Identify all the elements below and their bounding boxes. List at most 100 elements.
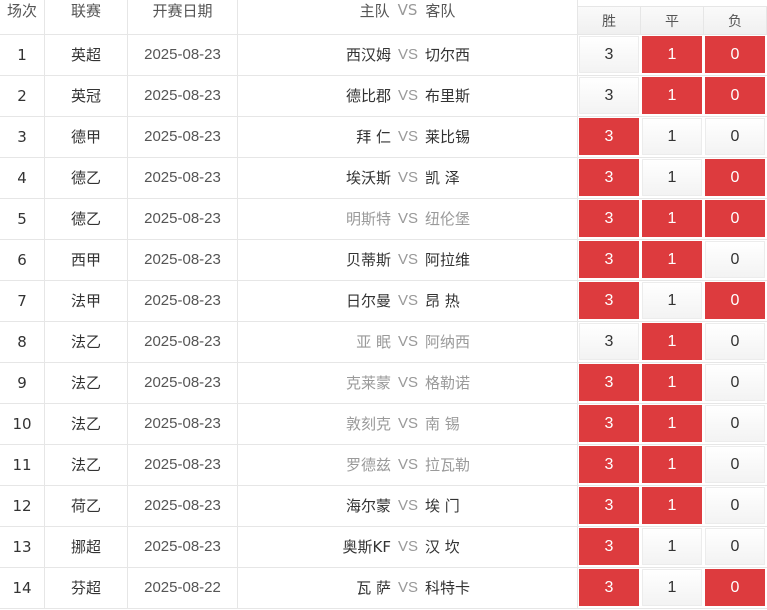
odds-win-button[interactable]: 3 <box>579 241 639 278</box>
header-win-label: 胜 <box>602 13 616 30</box>
odds-lose-button[interactable]: 0 <box>705 446 765 483</box>
odds-cell-win: 3 <box>578 567 641 608</box>
league-name: 德乙 <box>45 198 128 239</box>
odds-win-button[interactable]: 3 <box>579 569 639 606</box>
home-team: 贝蒂斯 <box>345 251 391 269</box>
odds-win-button[interactable]: 3 <box>579 77 639 114</box>
odds-lose-button[interactable]: 0 <box>705 487 765 524</box>
odds-lose-button[interactable]: 0 <box>705 323 765 360</box>
match-number: 8 <box>0 321 45 362</box>
odds-cell-draw: 1 <box>641 198 704 239</box>
odds-lose-button[interactable]: 0 <box>705 569 765 606</box>
match-date: 2025-08-22 <box>128 567 238 608</box>
table-row: 14 芬超 2025-08-22 瓦 萨 VS 科特卡 3 1 0 <box>0 567 767 609</box>
odds-win-button[interactable]: 3 <box>579 405 639 442</box>
match-number: 13 <box>0 526 45 567</box>
odds-cell-win: 3 <box>578 34 641 75</box>
match-date: 2025-08-23 <box>128 198 238 239</box>
odds-win-button[interactable]: 3 <box>579 446 639 483</box>
away-team: 阿纳西 <box>425 321 578 362</box>
odds-draw-button[interactable]: 1 <box>642 200 702 237</box>
vs-label: VS <box>397 128 418 145</box>
odds-draw-button[interactable]: 1 <box>642 323 702 360</box>
odds-cell-win: 3 <box>578 485 641 526</box>
odds-lose-button[interactable]: 0 <box>705 36 765 73</box>
odds-cell-draw: 1 <box>641 157 704 198</box>
odds-draw-button[interactable]: 1 <box>642 569 702 606</box>
odds-cell-lose: 0 <box>704 157 767 198</box>
odds-win-button[interactable]: 3 <box>579 282 639 319</box>
odds-cell-win: 3 <box>578 75 641 116</box>
vs-label: VS <box>397 579 418 596</box>
away-team: 切尔西 <box>425 34 578 75</box>
odds-lose-button[interactable]: 0 <box>705 364 765 401</box>
match-date: 2025-08-23 <box>128 403 238 444</box>
odds-win-button[interactable]: 3 <box>579 36 639 73</box>
odds-draw-button[interactable]: 1 <box>642 241 702 278</box>
match-date: 2025-08-23 <box>128 116 238 157</box>
match-date: 2025-08-23 <box>128 280 238 321</box>
home-team: 海尔蒙 <box>345 497 391 515</box>
table-row: 10 法乙 2025-08-23 敦刻克 VS 南 锡310 <box>0 403 767 445</box>
home-team: 明斯特 <box>345 210 391 228</box>
match-date: 2025-08-23 <box>128 321 238 362</box>
home-team: 日尔曼 <box>345 292 391 310</box>
odds-lose-button[interactable]: 0 <box>705 405 765 442</box>
match-number: 7 <box>0 280 45 321</box>
odds-win-button[interactable]: 3 <box>579 323 639 360</box>
odds-win-button[interactable]: 3 <box>579 364 639 401</box>
match-number: 3 <box>0 116 45 157</box>
odds-draw-button[interactable]: 1 <box>642 118 702 155</box>
odds-win-button[interactable]: 3 <box>579 528 639 565</box>
away-team: 汉 坎 <box>425 526 578 567</box>
league-name: 法乙 <box>45 444 128 485</box>
match-number: 2 <box>0 75 45 116</box>
odds-draw-button[interactable]: 1 <box>642 282 702 319</box>
odds-lose-button[interactable]: 0 <box>705 77 765 114</box>
table-row: 7 法甲 2025-08-23 日尔曼 VS 昂 热310 <box>0 280 767 322</box>
away-team: 纽伦堡 <box>425 198 578 239</box>
odds-cell-win: 3 <box>578 198 641 239</box>
league-name: 英冠 <box>45 75 128 116</box>
league-name: 德乙 <box>45 157 128 198</box>
away-team: 拉瓦勒 <box>425 444 578 485</box>
odds-cell-win: 3 <box>578 444 641 485</box>
match-number: 9 <box>0 362 45 403</box>
odds-cell-lose: 0 <box>704 567 767 608</box>
odds-lose-button[interactable]: 0 <box>705 200 765 237</box>
odds-win-button[interactable]: 3 <box>579 118 639 155</box>
odds-cell-win: 3 <box>578 280 641 321</box>
odds-lose-button[interactable]: 0 <box>705 282 765 319</box>
odds-draw-button[interactable]: 1 <box>642 405 702 442</box>
match-number: 11 <box>0 444 45 485</box>
odds-lose-button[interactable]: 0 <box>705 528 765 565</box>
match-date: 2025-08-23 <box>128 239 238 280</box>
odds-draw-button[interactable]: 1 <box>642 36 702 73</box>
league-name: 德甲 <box>45 116 128 157</box>
odds-cell-lose: 0 <box>704 321 767 362</box>
odds-cell-lose: 0 <box>704 444 767 485</box>
odds-lose-button[interactable]: 0 <box>705 118 765 155</box>
odds-draw-button[interactable]: 1 <box>642 159 702 196</box>
odds-draw-button[interactable]: 1 <box>642 446 702 483</box>
home-team: 敦刻克 <box>345 415 391 433</box>
odds-cell-win: 3 <box>578 157 641 198</box>
odds-draw-button[interactable]: 1 <box>642 487 702 524</box>
table-header: 场次 联赛 开赛日期 主队 VS 客队 胜 平 负 <box>0 0 767 35</box>
away-team: 布里斯 <box>425 75 578 116</box>
vs-label: VS <box>397 46 418 63</box>
odds-win-button[interactable]: 3 <box>579 200 639 237</box>
vs-label: VS <box>397 169 418 186</box>
odds-lose-button[interactable]: 0 <box>705 159 765 196</box>
odds-win-button[interactable]: 3 <box>579 487 639 524</box>
odds-draw-button[interactable]: 1 <box>642 528 702 565</box>
vs-label: VS <box>397 497 418 514</box>
odds-draw-button[interactable]: 1 <box>642 364 702 401</box>
odds-cell-lose: 0 <box>704 34 767 75</box>
odds-draw-button[interactable]: 1 <box>642 77 702 114</box>
odds-lose-button[interactable]: 0 <box>705 241 765 278</box>
odds-win-button[interactable]: 3 <box>579 159 639 196</box>
home-team: 奥斯KF <box>342 538 391 556</box>
odds-cell-lose: 0 <box>704 198 767 239</box>
match-date: 2025-08-23 <box>128 157 238 198</box>
